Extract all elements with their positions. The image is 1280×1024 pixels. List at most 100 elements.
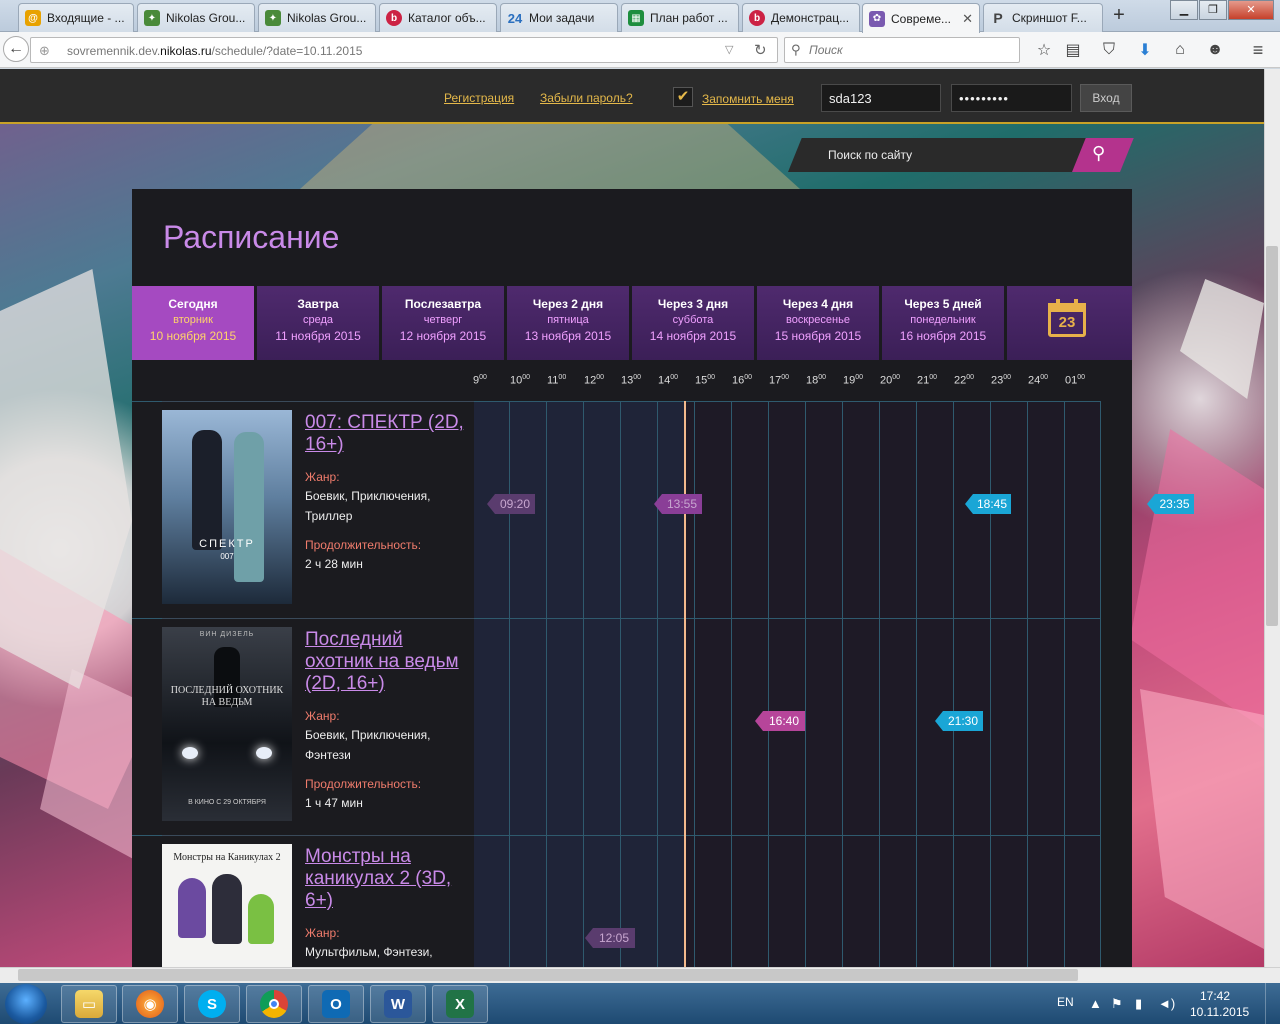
browser-tab[interactable]: ✦ Nikolas Grou... — [137, 3, 255, 32]
remember-me-checkbox[interactable]: ✔ — [673, 87, 693, 107]
minimize-button[interactable]: ▁ — [1170, 0, 1198, 20]
browser-tab[interactable]: @ Входящие - ... — [18, 3, 134, 32]
movie-title-link[interactable]: Последний охотник на ведьм (2D, 16+) — [305, 629, 470, 695]
session-button[interactable]: 16:40 — [755, 711, 805, 731]
day-tab[interactable]: Через 5 дней понедельник 16 ноября 2015 — [882, 286, 1004, 360]
browser-search-box[interactable]: ⚲ — [784, 37, 1020, 63]
tab-label: Демонстрац... — [771, 11, 850, 25]
volume-icon[interactable]: ◄) — [1158, 996, 1175, 1011]
movie-poster[interactable]: Монстры на Каникулах 2 — [162, 844, 292, 967]
pocket-icon[interactable]: ⛉ — [1095, 36, 1123, 64]
taskbar-firefox[interactable]: ◉ — [122, 985, 178, 1023]
session-flag — [935, 711, 943, 731]
password-input[interactable] — [951, 84, 1072, 112]
taskbar-excel[interactable]: X — [432, 985, 488, 1023]
session-button[interactable]: 13:55 — [654, 494, 702, 514]
site-search-placeholder[interactable]: Поиск по сайту — [828, 148, 912, 162]
window-close-button[interactable]: ✕ — [1228, 0, 1274, 20]
day-tab[interactable]: Завтра среда 11 ноября 2015 — [257, 286, 379, 360]
taskbar-skype[interactable]: S — [184, 985, 240, 1023]
close-tab-icon[interactable]: ✕ — [962, 11, 973, 27]
duration-label: Продолжительность: — [305, 777, 422, 791]
taskbar-outlook[interactable]: O — [308, 985, 364, 1023]
home-icon[interactable]: ⌂ — [1166, 36, 1194, 64]
outlook-icon: O — [322, 990, 350, 1018]
flag-icon[interactable]: ⚑ — [1111, 996, 1123, 1012]
hour-label: 2300 — [991, 374, 1012, 387]
grid-line — [657, 401, 658, 967]
register-link[interactable]: Регистрация — [444, 91, 514, 105]
hour-label: 2200 — [954, 374, 975, 387]
login-input[interactable] — [821, 84, 941, 112]
chat-icon[interactable]: ☻ — [1201, 36, 1229, 64]
language-indicator[interactable]: EN — [1057, 995, 1074, 1009]
clock-time[interactable]: 17:42 — [1200, 989, 1230, 1003]
address-bar[interactable]: ⊕ sovremennik.dev.nikolas.ru/schedule/?d… — [30, 37, 778, 63]
tab-label: Каталог объ... — [408, 11, 486, 25]
bookmark-star-icon[interactable]: ☆ — [1030, 36, 1058, 64]
session-button[interactable]: 23:35 — [1147, 494, 1194, 514]
vertical-scroll-thumb[interactable] — [1266, 246, 1278, 626]
sheet-icon: ▦ — [628, 10, 644, 26]
bookmarks-list-icon[interactable]: ▤ — [1059, 36, 1087, 64]
movie-title-link[interactable]: Монстры на каникулах 2 (3D, 6+) — [305, 846, 470, 912]
session-button[interactable]: 12:05 — [585, 928, 635, 948]
url-text: sovremennik.dev.nikolas.ru/schedule/?dat… — [67, 44, 363, 58]
movie-poster[interactable]: ВИН ДИЗЕЛЬ ПОСЛЕДНИЙ ОХОТНИК НА ВЕДЬМ В … — [162, 627, 292, 821]
browser-tab[interactable]: b Каталог объ... — [379, 3, 497, 32]
remember-me-label[interactable]: Запомнить меня — [702, 92, 794, 106]
session-flag — [654, 494, 662, 514]
calendar-icon[interactable]: 23 — [1048, 299, 1088, 337]
browser-tab[interactable]: ▦ План работ ... — [621, 3, 739, 32]
taskbar-word[interactable]: W — [370, 985, 426, 1023]
windows-taskbar: ▭ ◉ S O W X EN ▲ ⚑ ▮ ◄) 17:42 10.11.2015 — [0, 983, 1280, 1024]
browser-tab-active[interactable]: ✿ Совреме... ✕ — [862, 3, 980, 33]
browser-search-input[interactable] — [809, 43, 1009, 57]
hour-label: 1900 — [843, 374, 864, 387]
genre-label: Жанр: — [305, 709, 340, 723]
new-tab-button[interactable]: + — [1108, 5, 1130, 26]
horizontal-scroll-thumb[interactable] — [18, 969, 1078, 981]
day-tab[interactable]: Через 2 дня пятница 13 ноября 2015 — [507, 286, 629, 360]
day-tab-date: 11 ноября 2015 — [275, 329, 361, 343]
forgot-password-link[interactable]: Забыли пароль? — [540, 91, 633, 105]
day-tab-label: Через 4 дня — [782, 297, 854, 311]
movie-card: ВИН ДИЗЕЛЬ ПОСЛЕДНИЙ ОХОТНИК НА ВЕДЬМ В … — [162, 618, 474, 835]
day-tab[interactable]: Послезавтра четверг 12 ноября 2015 — [382, 286, 504, 360]
dropdown-icon[interactable]: ▽ — [725, 43, 733, 56]
day-tab[interactable]: Через 4 дня воскресенье 15 ноября 2015 — [757, 286, 879, 360]
day-tab-today[interactable]: Сегодня вторник 10 ноября 2015 — [132, 286, 254, 360]
session-button[interactable]: 18:45 — [965, 494, 1011, 514]
browser-tab[interactable]: ✦ Nikolas Grou... — [258, 3, 376, 32]
grid-line — [620, 401, 621, 967]
tab-label: План работ ... — [650, 11, 728, 25]
downloads-icon[interactable]: ⬇ — [1131, 36, 1159, 64]
login-button[interactable]: Вход — [1080, 84, 1132, 112]
day-tab[interactable]: Через 3 дня суббота 14 ноября 2015 — [632, 286, 754, 360]
poster-figure — [178, 878, 206, 938]
movie-title-link[interactable]: 007: СПЕКТР (2D, 16+) — [305, 412, 470, 456]
reload-icon[interactable]: ↻ — [754, 41, 767, 59]
clock-date[interactable]: 10.11.2015 — [1190, 1005, 1249, 1019]
menu-icon[interactable]: ≡ — [1244, 36, 1272, 64]
session-button[interactable]: 21:30 — [935, 711, 983, 731]
movie-poster[interactable]: СПЕКТР 007 — [162, 410, 292, 604]
session-button[interactable]: 09:20 — [487, 494, 535, 514]
session-time: 16:40 — [768, 714, 800, 728]
taskbar-explorer[interactable]: ▭ — [61, 985, 117, 1023]
browser-tab[interactable]: P Скриншот F... — [983, 3, 1103, 32]
maximize-button[interactable]: ❐ — [1199, 0, 1227, 20]
browser-tab[interactable]: b Демонстрац... — [742, 3, 860, 32]
show-desktop-button[interactable] — [1265, 983, 1280, 1024]
browser-tab[interactable]: 24 Мои задачи — [500, 3, 618, 32]
tray-up-arrow-icon[interactable]: ▲ — [1089, 996, 1102, 1011]
day-tab-date: 14 ноября 2015 — [649, 329, 737, 343]
site-top-bar: Регистрация Забыли пароль? ✔ Запомнить м… — [0, 69, 1264, 124]
back-button[interactable]: ← — [3, 36, 29, 62]
hour-label: 2100 — [917, 374, 938, 387]
page-title: Расписание — [163, 219, 340, 255]
start-button[interactable] — [5, 984, 47, 1024]
taskbar-chrome[interactable] — [246, 985, 302, 1023]
network-icon[interactable]: ▮ — [1135, 996, 1142, 1012]
search-icon[interactable]: ⚲ — [1092, 143, 1105, 164]
